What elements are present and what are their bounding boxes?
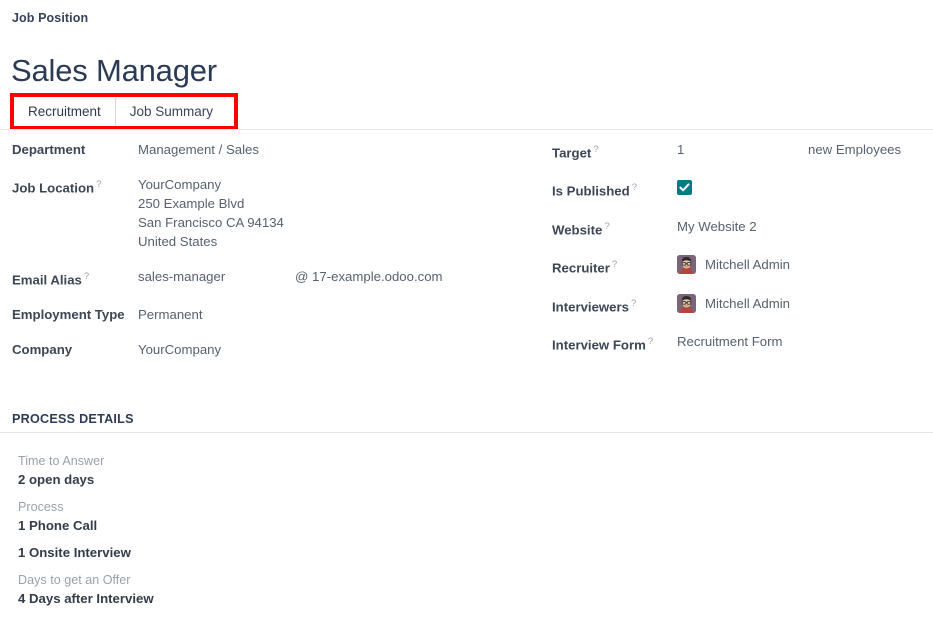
form-column-left: Department Management / Sales Job Locati… [12,140,532,375]
process-value-days-to-offer: 4 Days after Interview [18,589,438,608]
label-interview-form: Interview Form? [552,332,677,354]
field-job-location: Job Location? YourCompany 250 Example Bl… [12,175,532,251]
field-interviewers: Interviewers? Mitchell Admin [552,294,933,316]
help-icon-interview-form[interactable]: ? [648,336,653,347]
field-website: Website? My Website 2 [552,217,933,239]
interviewer-name[interactable]: Mitchell Admin [705,294,790,313]
user-avatar-icon [677,255,696,274]
value-employment-type[interactable]: Permanent [138,305,532,324]
process-value-time-to-answer: 2 open days [18,470,438,489]
user-avatar-icon [677,294,696,313]
field-email-alias: Email Alias? sales-manager @ 17-example.… [12,267,532,289]
help-icon-interviewers[interactable]: ? [631,298,636,309]
job-location-line-1: YourCompany [138,175,532,194]
label-interview-form-text: Interview Form [552,337,646,352]
process-group-days-to-offer: Days to get an Offer 4 Days after Interv… [18,571,438,608]
check-icon [679,182,690,193]
label-email-alias: Email Alias? [12,267,138,289]
process-details-list: Time to Answer 2 open days Process 1 Pho… [18,452,438,617]
job-location-line-3: San Francisco CA 94134 [138,213,532,232]
header-divider [0,129,933,130]
field-interview-form: Interview Form? Recruitment Form [552,332,933,354]
process-details-heading: PROCESS DETAILS [12,412,134,426]
label-department: Department [12,140,138,159]
is-published-checkbox[interactable] [677,180,692,195]
label-company-text: Company [12,342,72,357]
email-alias-input[interactable]: sales-manager [138,267,295,286]
help-icon-target[interactable]: ? [593,144,598,155]
field-is-published: Is Published? [552,178,933,200]
label-interviewers-text: Interviewers [552,299,629,314]
value-job-location[interactable]: YourCompany 250 Example Blvd San Francis… [138,175,532,251]
value-interviewers: Mitchell Admin [677,294,933,313]
help-icon-job-location[interactable]: ? [96,179,101,190]
label-email-alias-text: Email Alias [12,272,82,287]
label-website: Website? [552,217,677,239]
value-interview-form[interactable]: Recruitment Form [677,332,933,351]
label-website-text: Website [552,222,602,237]
tab-job-summary[interactable]: Job Summary [116,97,227,126]
target-suffix-label: new Employees [808,140,901,159]
process-label-process: Process [18,498,438,516]
process-value-phone-call: 1 Phone Call [18,516,438,535]
label-recruiter-text: Recruiter [552,261,610,276]
value-recruiter: Mitchell Admin [677,255,933,274]
email-alias-domain: @ 17-example.odoo.com [295,267,443,286]
tab-bar: Recruitment Job Summary [14,97,227,126]
label-recruiter: Recruiter? [552,255,677,277]
value-target: 1 new Employees [677,140,933,159]
field-department: Department Management / Sales [12,140,532,159]
process-label-time-to-answer: Time to Answer [18,452,438,470]
avatar-recruiter [677,255,696,274]
label-job-location: Job Location? [12,175,138,197]
help-icon-is-published[interactable]: ? [632,182,637,193]
value-department[interactable]: Management / Sales [138,140,532,159]
label-department-text: Department [12,142,85,157]
process-value-onsite-interview: 1 Onsite Interview [18,543,438,562]
field-company: Company YourCompany [12,340,532,359]
value-email-alias: sales-manager @ 17-example.odoo.com [138,267,532,286]
label-interviewers: Interviewers? [552,294,677,316]
label-is-published: Is Published? [552,178,677,200]
field-recruiter: Recruiter? Mitchell Admin [552,255,933,277]
label-is-published-text: Is Published [552,184,630,199]
page-title: Sales Manager [11,49,217,93]
help-icon-website[interactable]: ? [604,221,609,232]
process-group-time-to-answer: Time to Answer 2 open days [18,452,438,489]
recruiter-name[interactable]: Mitchell Admin [705,255,790,274]
target-input[interactable]: 1 [677,140,808,159]
value-website[interactable]: My Website 2 [677,217,933,236]
label-employment-type: Employment Type [12,305,138,324]
field-target: Target? 1 new Employees [552,140,933,162]
process-details-divider [0,432,933,433]
field-employment-type: Employment Type Permanent [12,305,532,324]
label-employment-type-text: Employment Type [12,307,125,322]
job-location-line-4: United States [138,232,532,251]
breadcrumb: Job Position [12,11,88,25]
job-location-line-2: 250 Example Blvd [138,194,532,213]
value-is-published [677,178,933,198]
label-job-location-text: Job Location [12,180,94,195]
process-label-days-to-offer: Days to get an Offer [18,571,438,589]
label-target-text: Target [552,145,591,160]
value-company[interactable]: YourCompany [138,340,532,359]
process-group-process: Process 1 Phone Call 1 Onsite Interview [18,498,438,562]
help-icon-email-alias[interactable]: ? [84,271,89,282]
label-company: Company [12,340,138,359]
help-icon-recruiter[interactable]: ? [612,259,617,270]
avatar-interviewer [677,294,696,313]
tab-recruitment[interactable]: Recruitment [14,97,115,126]
label-target: Target? [552,140,677,162]
form-column-right: Target? 1 new Employees Is Published? [552,140,933,370]
